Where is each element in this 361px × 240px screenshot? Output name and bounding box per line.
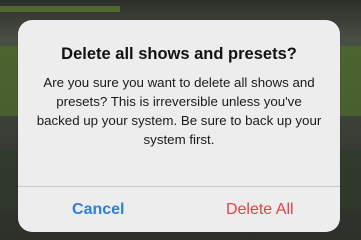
background-content [338, 150, 361, 210]
delete-confirmation-dialog: Delete all shows and presets? Are you su… [18, 20, 340, 232]
dialog-title: Delete all shows and presets? [61, 45, 297, 63]
dialog-message: Are you sure you want to delete all show… [36, 75, 322, 147]
background-content [0, 6, 120, 12]
delete-all-button[interactable]: Delete All [180, 187, 341, 232]
dialog-body: Delete all shows and presets? Are you su… [18, 20, 340, 149]
cancel-button[interactable]: Cancel [18, 187, 179, 232]
dialog-actions: Cancel Delete All [18, 187, 340, 232]
